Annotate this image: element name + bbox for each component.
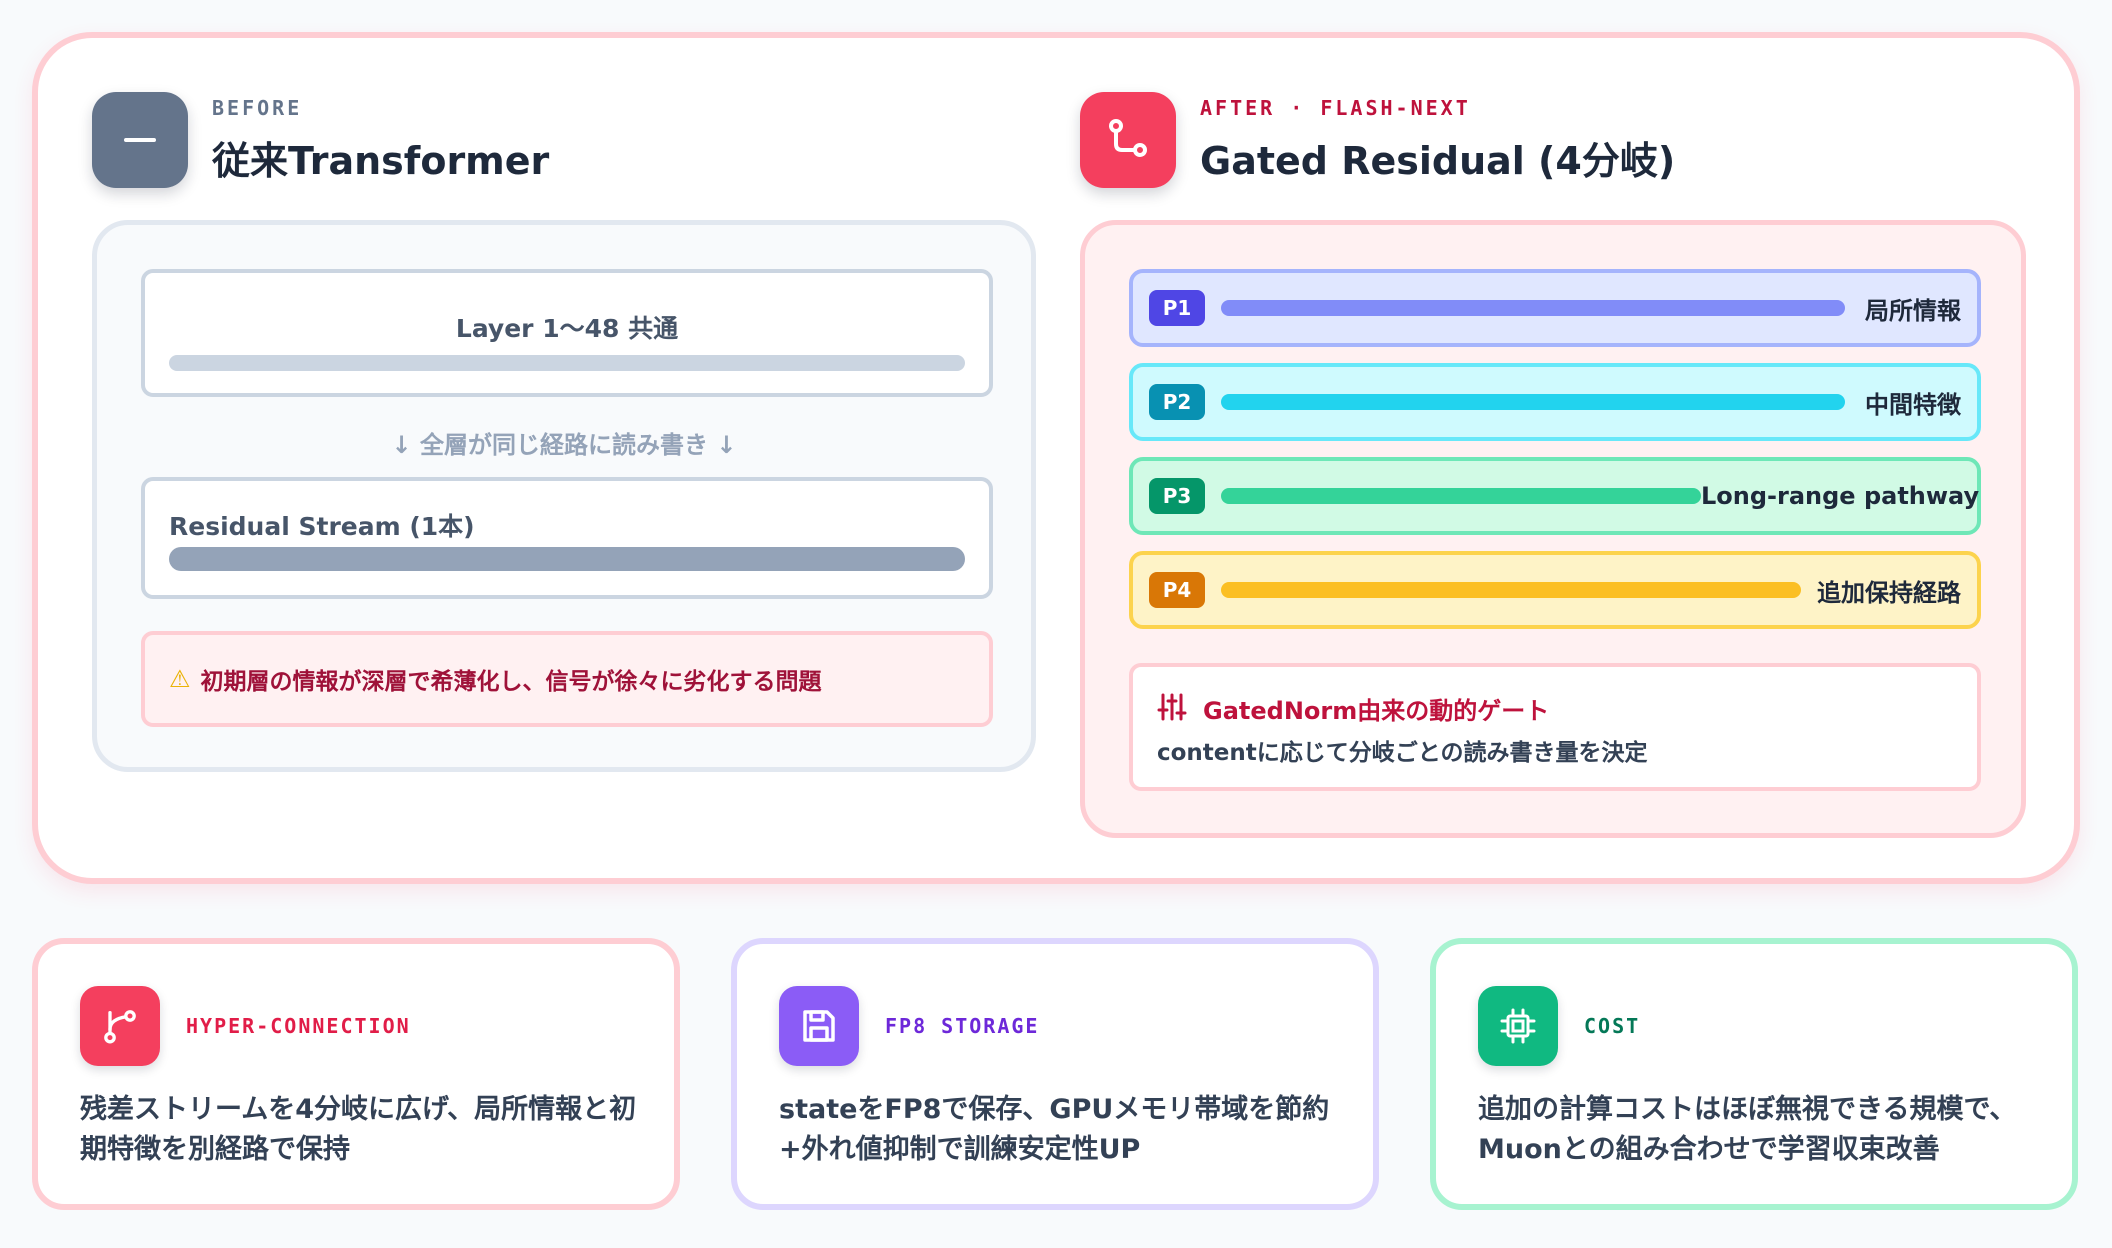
branch-icon: [1080, 92, 1176, 188]
path-badge: P1: [1149, 290, 1205, 326]
warning-box: ⚠ 初期層の情報が深層で希薄化し、信号が徐々に劣化する問題: [141, 631, 993, 727]
before-header: BEFORE 従来Transformer: [92, 92, 549, 188]
path-label: 追加保持経路: [1817, 578, 1961, 607]
path-badge: P3: [1149, 478, 1205, 514]
path-row-p1: P1 局所情報: [1129, 269, 1981, 347]
warning-icon: ⚠: [169, 665, 191, 693]
path-label: 中間特徴: [1865, 390, 1961, 419]
path-bar: [1221, 488, 1701, 504]
after-title: Gated Residual (4分岐): [1200, 138, 1676, 183]
path-badge: P2: [1149, 384, 1205, 420]
before-kicker: BEFORE: [212, 95, 303, 120]
feature-kicker: COST: [1584, 1014, 1641, 1038]
gate-description: contentに応じて分岐ごとの読み書き量を決定: [1157, 740, 1648, 766]
feature-card-fp8-storage: FP8 STORAGE stateをFP8で保存、GPUメモリ帯域を節約+外れ値…: [731, 938, 1379, 1210]
feature-kicker: FP8 STORAGE: [885, 1014, 1040, 1038]
path-bar: [1221, 300, 1845, 316]
gate-box: GatedNorm由来の動的ゲート contentに応じて分岐ごとの読み書き量を…: [1129, 663, 1981, 791]
read-write-note: ↓ 全層が同じ経路に読み書き ↓: [391, 431, 737, 459]
residual-stream-label: Residual Stream (1本): [169, 512, 475, 541]
layer-label: Layer 1〜48 共通: [455, 314, 679, 343]
path-row-p3: P3 Long-range pathway: [1129, 457, 1981, 535]
path-badge: P4: [1149, 572, 1205, 608]
save-icon: [779, 986, 859, 1066]
feature-description: stateをFP8で保存、GPUメモリ帯域を節約+外れ値抑制で訓練安定性UP: [779, 1094, 1330, 1165]
minus-icon: [92, 92, 188, 188]
after-header: AFTER · FLASH-NEXT Gated Residual (4分岐): [1080, 92, 1675, 188]
feature-description: 残差ストリームを4分岐に広げ、局所情報と初期特徴を別経路で保持: [80, 1094, 637, 1165]
before-panel: Layer 1〜48 共通 ↓ 全層が同じ経路に読み書き ↓ Residual …: [92, 220, 1036, 772]
comparison-card: BEFORE 従来Transformer AFTER · FLASH-NEXT …: [32, 32, 2080, 884]
after-kicker: AFTER · FLASH-NEXT: [1200, 95, 1471, 120]
feature-description: 追加の計算コストはほぼ無視できる規模で、Muonとの組み合わせで学習収束改善: [1478, 1094, 2017, 1165]
path-bar: [1221, 582, 1801, 598]
path-bar: [1221, 394, 1845, 410]
chip-icon: [1478, 986, 1558, 1066]
warning-text: 初期層の情報が深層で希薄化し、信号が徐々に劣化する問題: [200, 669, 822, 695]
feature-card-cost: COST 追加の計算コストはほぼ無視できる規模で、Muonとの組み合わせで学習収…: [1430, 938, 2078, 1210]
before-title: 従来Transformer: [212, 138, 550, 183]
path-label: 局所情報: [1865, 296, 1961, 325]
residual-stream-bar: [169, 547, 965, 571]
path-row-p2: P2 中間特徴: [1129, 363, 1981, 441]
residual-stream-box: Residual Stream (1本): [141, 477, 993, 599]
layer-box: Layer 1〜48 共通: [141, 269, 993, 397]
feature-kicker: HYPER-CONNECTION: [186, 1014, 411, 1038]
after-panel: P1 局所情報 P2 中間特徴 P3 Long-range pathway P4 追加保持経路…: [1080, 220, 2026, 838]
path-label: Long-range pathway: [1701, 482, 1980, 510]
branch-icon: [80, 986, 160, 1066]
gate-title: GatedNorm由来の動的ゲート: [1203, 697, 1550, 725]
path-row-p4: P4 追加保持経路: [1129, 551, 1981, 629]
layer-bar: [169, 355, 965, 371]
feature-card-hyper-connection: HYPER-CONNECTION 残差ストリームを4分岐に広げ、局所情報と初期特…: [32, 938, 680, 1210]
sliders-icon: [1157, 692, 1187, 726]
